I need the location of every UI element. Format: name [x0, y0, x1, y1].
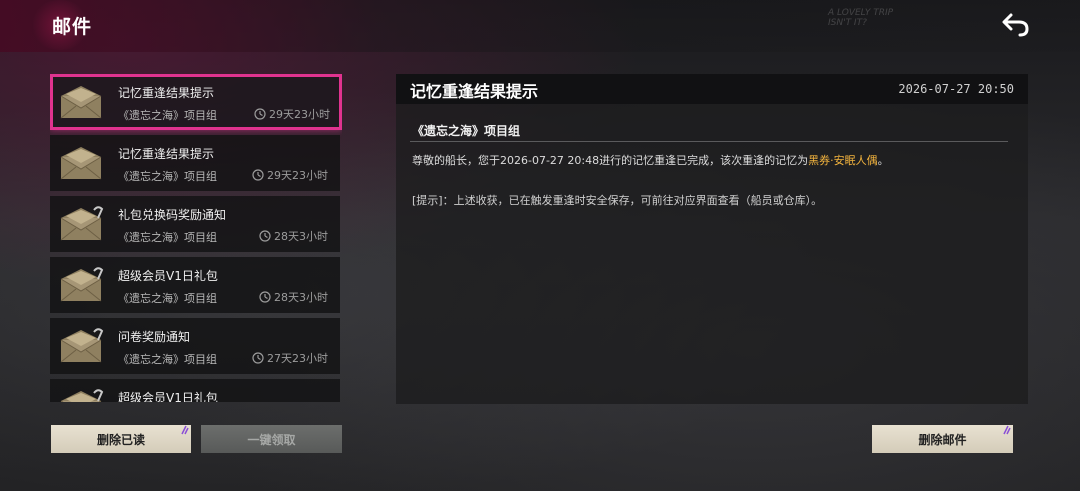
- clock-icon: [259, 291, 271, 303]
- top-bar: 邮件 A LOVELY TRIP ISN'T IT?: [0, 0, 1080, 52]
- mail-item-expiry-text: 29天23小时: [269, 108, 330, 121]
- mail-item-title: 记忆重逢结果提示: [118, 147, 215, 161]
- mail-list-item[interactable]: 超级会员V1日礼包: [50, 379, 340, 402]
- delete-read-label: 删除已读: [96, 432, 145, 447]
- envelope-icon: [60, 389, 104, 402]
- mail-detail-title: 记忆重逢结果提示: [410, 82, 539, 101]
- mail-item-sender: 《遗忘之海》项目组: [118, 353, 217, 366]
- mail-list-item[interactable]: 记忆重逢结果提示 《遗忘之海》项目组 29天23小时: [50, 74, 342, 130]
- clock-icon: [254, 108, 266, 120]
- mail-item-expiry: 27天23小时: [252, 350, 328, 366]
- clock-icon: [252, 169, 264, 181]
- reward-name: 黑券·安眠人偶: [808, 154, 878, 167]
- delete-read-button[interactable]: 删除已读: [51, 425, 191, 453]
- divider: [410, 141, 1008, 142]
- decorative-caption-line1: A LOVELY TRIP: [828, 8, 894, 18]
- page-title: 邮件: [52, 16, 93, 38]
- mail-detail-body: 尊敬的船长，您于2026-07-27 20:48进行的记忆重逢已完成，该次重逢的…: [412, 152, 1012, 168]
- mail-item-title: 记忆重逢结果提示: [118, 86, 215, 100]
- envelope-icon: [60, 147, 102, 180]
- mail-list-item[interactable]: 问卷奖励通知《遗忘之海》项目组 27天23小时: [50, 318, 340, 374]
- mail-detail-panel: 记忆重逢结果提示 2026-07-27 20:50 《遗忘之海》项目组 尊敬的船…: [396, 74, 1028, 404]
- clock-icon: [259, 230, 271, 242]
- back-button[interactable]: [998, 10, 1034, 40]
- body-text: 尊敬的船长，您于2026-07-27 20:48进行的记忆重逢已完成，该次重逢的…: [412, 154, 809, 167]
- mail-item-title: 问卷奖励通知: [118, 330, 191, 344]
- mail-item-expiry-text: 29天23小时: [267, 169, 328, 182]
- back-arrow-icon: [1002, 13, 1029, 37]
- clock-icon: [252, 352, 264, 364]
- envelope-icon: [60, 86, 102, 119]
- decorative-caption-line2: ISN'T IT?: [828, 18, 867, 28]
- delete-mail-label: 删除邮件: [918, 432, 967, 447]
- mail-list[interactable]: 记忆重逢结果提示 《遗忘之海》项目组 29天23小时 记忆重逢结果提示 《遗忘之海》…: [50, 74, 342, 402]
- mail-item-title: 礼包兑换码奖励通知: [118, 208, 227, 222]
- mail-detail-tip: [提示]：上述收获，已在触发重逢时安全保存，可前往对应界面查看（船员或仓库）。: [412, 194, 823, 207]
- mail-item-sender: 《遗忘之海》项目组: [118, 109, 217, 122]
- mail-item-expiry: 28天3小时: [259, 228, 328, 244]
- mail-detail-date: 2026-07-27 20:50: [898, 82, 1014, 96]
- claim-all-label: 一键领取: [247, 432, 296, 447]
- mail-item-sender: 《遗忘之海》项目组: [118, 231, 217, 244]
- mail-detail-header: 记忆重逢结果提示 2026-07-27 20:50: [396, 74, 1028, 104]
- mail-list-item[interactable]: 超级会员V1日礼包 《遗忘之海》项目组 28天3小时: [50, 257, 340, 313]
- mail-detail-sender: 《遗忘之海》项目组: [412, 124, 521, 138]
- envelope-icon: [60, 206, 104, 241]
- mail-item-expiry-text: 27天23小时: [267, 352, 328, 365]
- claim-all-button[interactable]: 一键领取: [201, 425, 342, 453]
- mail-item-expiry: 28天3小时: [259, 289, 328, 305]
- mail-item-expiry-text: 28天3小时: [274, 230, 328, 243]
- envelope-icon: [60, 267, 104, 302]
- mail-item-expiry: 29天23小时: [252, 167, 328, 183]
- mail-item-title: 超级会员V1日礼包: [118, 269, 218, 283]
- mail-item-expiry-text: 28天3小时: [274, 291, 328, 304]
- mail-item-sender: 《遗忘之海》项目组: [118, 292, 217, 305]
- corner-slash-icon: [181, 425, 189, 435]
- mail-list-item[interactable]: 记忆重逢结果提示 《遗忘之海》项目组 29天23小时: [50, 135, 340, 191]
- envelope-icon: [60, 328, 104, 363]
- decorative-caption: A LOVELY TRIP ISN'T IT?: [828, 8, 893, 28]
- mail-item-title: 超级会员V1日礼包: [118, 391, 218, 402]
- body-text-end: 。: [877, 154, 889, 167]
- mail-list-item[interactable]: 礼包兑换码奖励通知 《遗忘之海》项目组 28天3小时: [50, 196, 340, 252]
- mail-item-expiry: 29天23小时: [254, 106, 330, 122]
- mail-item-sender: 《遗忘之海》项目组: [118, 170, 217, 183]
- delete-mail-button[interactable]: 删除邮件: [872, 425, 1013, 453]
- corner-slash-icon: [1003, 425, 1011, 435]
